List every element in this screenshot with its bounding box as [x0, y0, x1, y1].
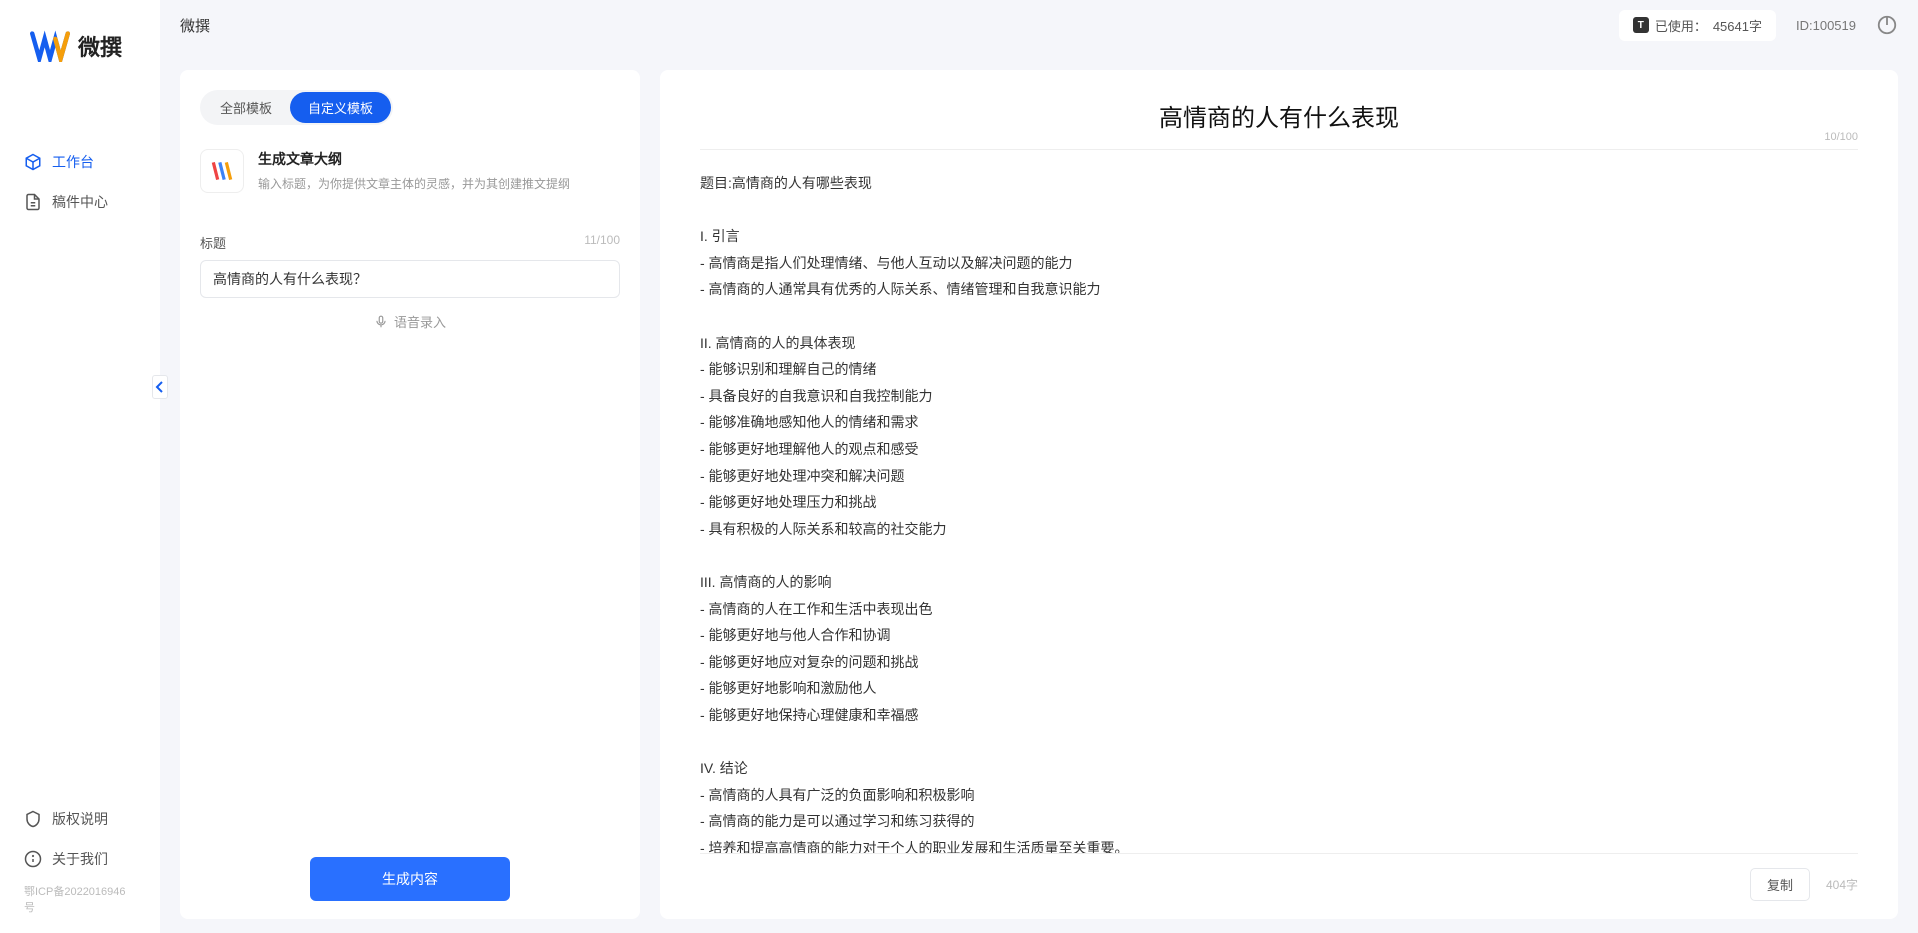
title-label: 标题: [200, 233, 226, 252]
template-tabs: 全部模板 自定义模板: [200, 90, 393, 125]
chevron-left-icon: [155, 381, 165, 393]
nav-item-drafts[interactable]: 稿件中心: [0, 182, 160, 222]
nav-label: 工作台: [52, 152, 94, 172]
title-input[interactable]: [200, 260, 620, 298]
info-icon: [24, 850, 42, 868]
title-char-count: 11/100: [584, 233, 620, 252]
copy-button[interactable]: 复制: [1750, 868, 1810, 901]
template-card: 生成文章大纲 输入标题，为你提供文章主体的灵感，并为其创建推文提纲: [200, 145, 620, 213]
content: 全部模板 自定义模板 生成文章大纲 输入标题，为你提供文章主体的灵感，并为其创建…: [160, 50, 1918, 933]
shield-icon: [24, 810, 42, 828]
template-icon: [200, 149, 244, 193]
nav-label: 关于我们: [52, 849, 108, 869]
logo: 微撰: [0, 30, 160, 92]
nav-item-copyright[interactable]: 版权说明: [0, 799, 160, 839]
generate-button[interactable]: 生成内容: [310, 857, 510, 901]
usage-label: 已使用：: [1655, 16, 1707, 35]
text-icon: T: [1633, 17, 1649, 33]
doc-body[interactable]: 题目:高情商的人有哪些表现 I. 引言 - 高情商是指人们处理情绪、与他人互动以…: [700, 150, 1858, 853]
word-count: 404字: [1826, 876, 1858, 893]
tab-all-templates[interactable]: 全部模板: [202, 92, 290, 123]
sidebar-collapse-button[interactable]: [152, 375, 168, 399]
doc-title-count: 10/100: [1824, 131, 1858, 143]
usage-badge: T 已使用： 45641字: [1619, 10, 1776, 41]
doc-title: 高情商的人有什么表现: [700, 98, 1858, 133]
nav-label: 稿件中心: [52, 192, 108, 212]
nav: 工作台 稿件中心: [0, 92, 160, 799]
topbar: 微撰 T 已使用： 45641字 ID:100519: [160, 0, 1918, 50]
nav-item-workspace[interactable]: 工作台: [0, 142, 160, 182]
cube-icon: [24, 153, 42, 171]
template-title: 生成文章大纲: [258, 149, 620, 169]
page-title: 微撰: [180, 15, 210, 36]
icp-text: 鄂ICP备2022016946号: [0, 879, 160, 923]
template-desc: 输入标题，为你提供文章主体的灵感，并为其创建推文提纲: [258, 175, 620, 192]
sidebar-bottom: 版权说明 关于我们 鄂ICP备2022016946号: [0, 799, 160, 933]
nav-label: 版权说明: [52, 809, 108, 829]
voice-hint: 语音录入: [394, 312, 446, 331]
logo-icon: [30, 30, 70, 62]
tab-custom-templates[interactable]: 自定义模板: [290, 92, 391, 123]
left-panel: 全部模板 自定义模板 生成文章大纲 输入标题，为你提供文章主体的灵感，并为其创建…: [180, 70, 640, 919]
user-id: ID:100519: [1796, 18, 1856, 33]
doc-icon: [24, 193, 42, 211]
doc-header: 高情商的人有什么表现 10/100: [700, 90, 1858, 150]
sidebar: 微撰 工作台 稿件中心 版权说明 关于我们 鄂ICP备2022016946号: [0, 0, 160, 933]
usage-value: 45641字: [1713, 16, 1762, 35]
logo-text: 微撰: [78, 30, 122, 62]
right-panel: 高情商的人有什么表现 10/100 题目:高情商的人有哪些表现 I. 引言 - …: [660, 70, 1898, 919]
main: 微撰 T 已使用： 45641字 ID:100519 全部模板 自定义模板: [160, 0, 1918, 933]
power-icon[interactable]: [1876, 14, 1898, 36]
mic-icon: [374, 315, 388, 329]
doc-footer: 复制 404字: [700, 853, 1858, 901]
nav-item-about[interactable]: 关于我们: [0, 839, 160, 879]
voice-input-button[interactable]: 语音录入: [200, 298, 620, 345]
books-icon: [209, 158, 235, 184]
